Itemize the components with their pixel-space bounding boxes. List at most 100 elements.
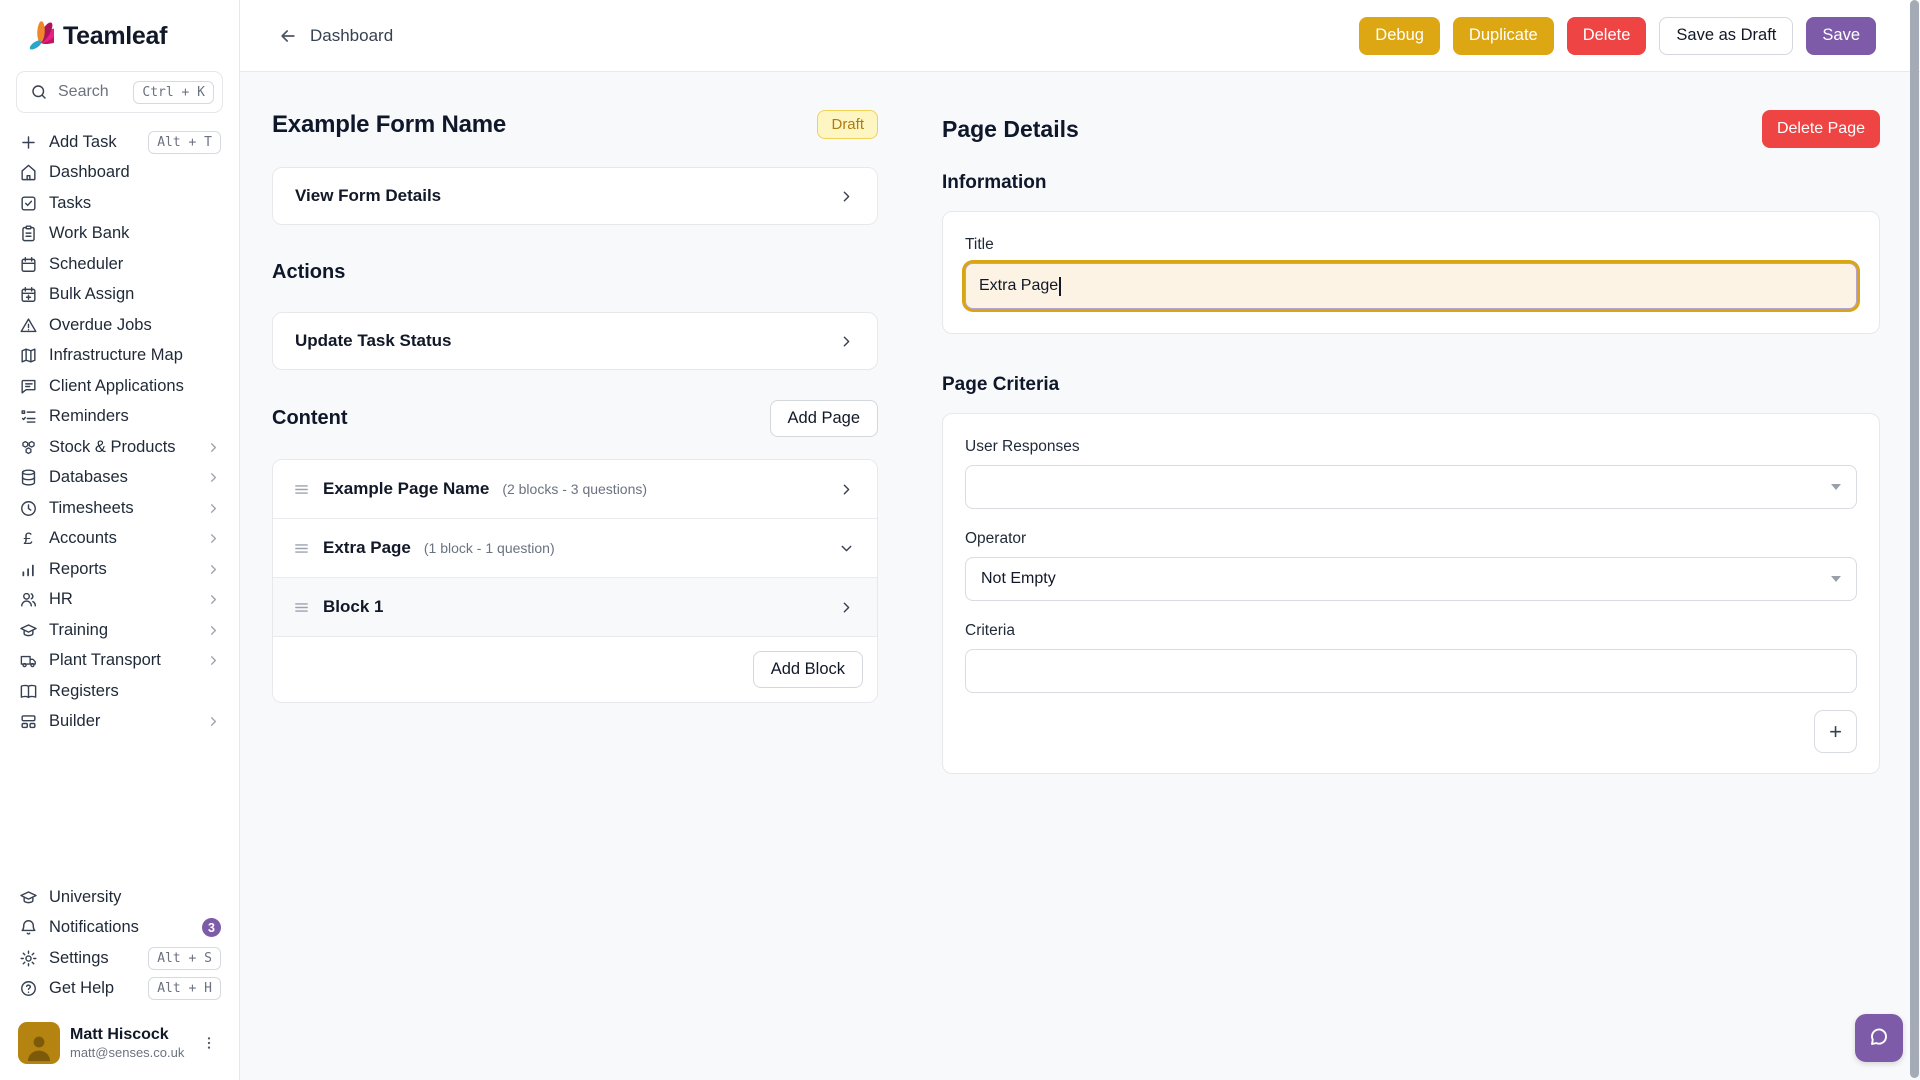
save-button[interactable]: Save [1806, 17, 1876, 55]
sidebar-item-registers[interactable]: Registers [16, 676, 223, 707]
delete-page-button[interactable]: Delete Page [1762, 110, 1880, 148]
sidebar-item-builder[interactable]: Builder [16, 707, 223, 738]
kebab-menu-icon[interactable] [197, 1031, 221, 1055]
sidebar-item-label: Notifications [49, 918, 191, 937]
sidebar-item-label: Work Bank [49, 224, 221, 243]
drag-handle-icon[interactable] [293, 599, 310, 616]
page-row-example-page[interactable]: Example Page Name (2 blocks - 3 question… [273, 460, 877, 519]
sidebar-item-reminders[interactable]: Reminders [16, 402, 223, 433]
chat-fab-button[interactable] [1855, 1014, 1903, 1062]
list-checks-icon [18, 407, 38, 427]
clipboard-icon [18, 224, 38, 244]
title-input-value: Extra Page [979, 277, 1058, 295]
bell-icon [18, 918, 38, 938]
information-card: Title Extra Page [942, 211, 1880, 334]
sidebar-item-bulk-assign[interactable]: Bulk Assign [16, 280, 223, 311]
sidebar-nav: Add Task Alt + T Dashboard Tasks Work Ba… [16, 127, 223, 737]
scrollbar-thumb[interactable] [1910, 0, 1919, 1078]
chevron-right-icon[interactable] [838, 481, 855, 498]
avatar [18, 1022, 60, 1064]
save-as-draft-button[interactable]: Save as Draft [1659, 17, 1793, 55]
chevron-right-icon [206, 562, 221, 577]
operator-label: Operator [965, 530, 1857, 548]
get-help-shortcut-chip: Alt + H [148, 977, 221, 1000]
title-input[interactable]: Extra Page [965, 263, 1857, 309]
search-shortcut-chip: Ctrl + K [133, 81, 214, 104]
cluster-icon [18, 437, 38, 457]
search-icon [29, 82, 49, 102]
search-box[interactable]: Ctrl + K [16, 71, 223, 113]
sidebar-item-accounts[interactable]: £ Accounts [16, 524, 223, 555]
sidebar-item-label: Stock & Products [49, 438, 195, 457]
page-scrollbar[interactable] [1908, 0, 1920, 1080]
chevron-right-icon [838, 333, 855, 350]
user-responses-select[interactable] [965, 465, 1857, 509]
sidebar-item-label: Bulk Assign [49, 285, 221, 304]
page-meta: (2 blocks - 3 questions) [502, 481, 647, 497]
sidebar-item-timesheets[interactable]: Timesheets [16, 493, 223, 524]
page-row-extra-page[interactable]: Extra Page (1 block - 1 question) [273, 519, 877, 578]
chevron-right-icon [206, 470, 221, 485]
drag-handle-icon[interactable] [293, 481, 310, 498]
add-criteria-button[interactable]: + [1814, 710, 1857, 753]
criteria-input[interactable] [965, 649, 1857, 693]
user-profile[interactable]: Matt Hiscock matt@senses.co.uk [16, 1020, 223, 1066]
add-page-button[interactable]: Add Page [770, 400, 878, 437]
sidebar-item-databases[interactable]: Databases [16, 463, 223, 494]
bar-chart-icon [18, 559, 38, 579]
sidebar-item-label: Registers [49, 682, 221, 701]
sidebar-footer-nav: University Notifications 3 Settings Alt … [16, 882, 223, 1004]
operator-select[interactable]: Not Empty [965, 557, 1857, 601]
sidebar-item-overdue-jobs[interactable]: Overdue Jobs [16, 310, 223, 341]
home-icon [18, 163, 38, 183]
map-icon [18, 346, 38, 366]
view-form-details-card[interactable]: View Form Details [272, 167, 878, 225]
sidebar-item-plant-transport[interactable]: Plant Transport [16, 646, 223, 677]
sidebar-item-label: Accounts [49, 529, 195, 548]
back-label: Dashboard [310, 26, 393, 46]
sidebar-item-label: University [49, 888, 221, 907]
chevron-right-icon [838, 188, 855, 205]
back-to-dashboard[interactable]: Dashboard [278, 26, 393, 46]
block-row-block-1[interactable]: Block 1 [273, 578, 877, 637]
sidebar-item-infrastructure-map[interactable]: Infrastructure Map [16, 341, 223, 372]
criteria-label: Criteria [965, 622, 1857, 640]
chevron-right-icon[interactable] [838, 599, 855, 616]
gear-icon [18, 948, 38, 968]
delete-button[interactable]: Delete [1567, 17, 1647, 55]
sidebar-item-add-task[interactable]: Add Task Alt + T [16, 127, 223, 158]
sidebar-item-dashboard[interactable]: Dashboard [16, 158, 223, 189]
drag-handle-icon[interactable] [293, 540, 310, 557]
sidebar-item-university[interactable]: University [16, 882, 223, 913]
sidebar-item-training[interactable]: Training [16, 615, 223, 646]
search-input[interactable] [58, 83, 124, 101]
sidebar-item-stock-products[interactable]: Stock & Products [16, 432, 223, 463]
page-meta: (1 block - 1 question) [424, 540, 555, 556]
add-block-button[interactable]: Add Block [753, 651, 863, 688]
form-title-row: Example Form Name Draft [272, 110, 878, 139]
chevron-down-icon[interactable] [838, 540, 855, 557]
form-editor-column: Example Form Name Draft View Form Detail… [272, 110, 878, 1080]
sidebar-item-settings[interactable]: Settings Alt + S [16, 943, 223, 974]
app-name: Teamleaf [63, 22, 167, 51]
alert-triangle-icon [18, 315, 38, 335]
sidebar-item-label: Reports [49, 560, 195, 579]
sidebar-item-notifications[interactable]: Notifications 3 [16, 913, 223, 944]
sidebar-item-scheduler[interactable]: Scheduler [16, 249, 223, 280]
settings-shortcut-chip: Alt + S [148, 947, 221, 970]
sidebar-item-hr[interactable]: HR [16, 585, 223, 616]
duplicate-button[interactable]: Duplicate [1453, 17, 1554, 55]
debug-button[interactable]: Debug [1359, 17, 1440, 55]
sidebar-item-work-bank[interactable]: Work Bank [16, 219, 223, 250]
app-logo[interactable]: Teamleaf [16, 14, 223, 71]
sidebar-item-get-help[interactable]: Get Help Alt + H [16, 974, 223, 1005]
update-task-status-label: Update Task Status [295, 331, 452, 351]
sidebar-item-tasks[interactable]: Tasks [16, 188, 223, 219]
sidebar-item-label: Databases [49, 468, 195, 487]
truck-icon [18, 651, 38, 671]
actions-heading: Actions [272, 261, 878, 284]
sidebar-item-reports[interactable]: Reports [16, 554, 223, 585]
update-task-status-card[interactable]: Update Task Status [272, 312, 878, 370]
title-label: Title [965, 236, 1857, 254]
sidebar-item-client-applications[interactable]: Client Applications [16, 371, 223, 402]
